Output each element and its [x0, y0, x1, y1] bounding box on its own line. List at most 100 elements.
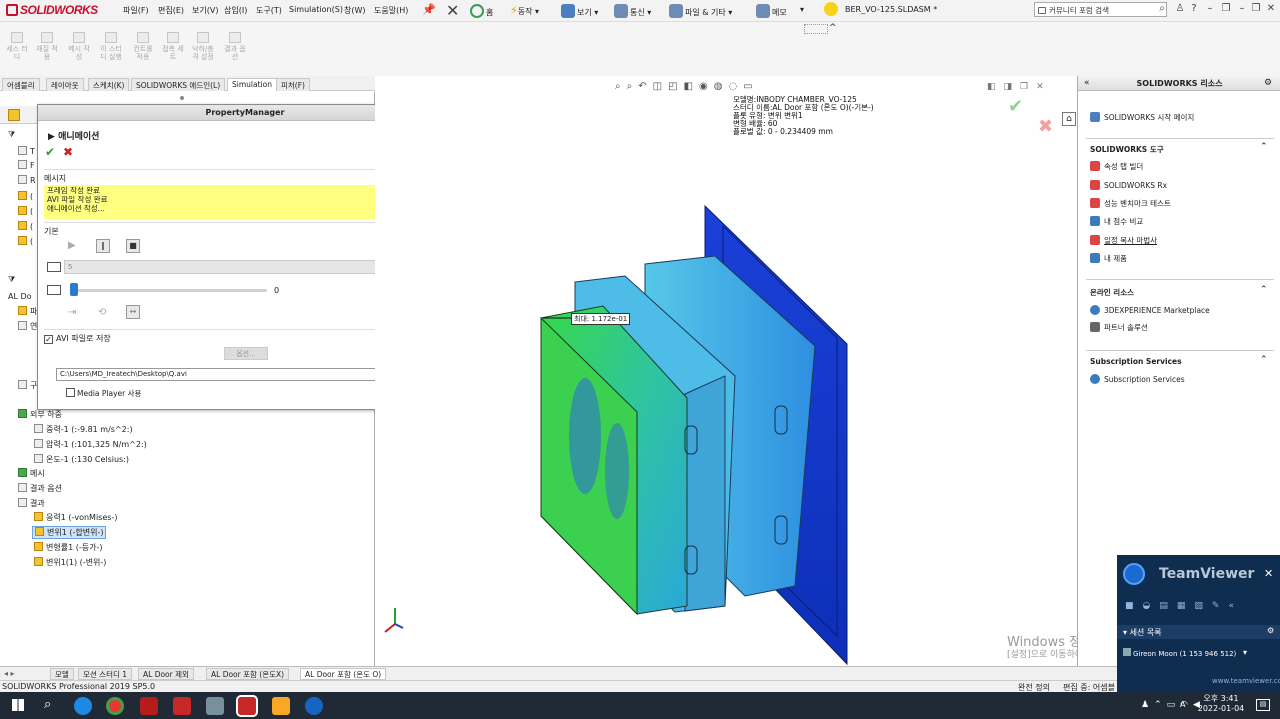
tree-load-gravity[interactable]: 중력-1 (:-9.81 m/s^2:) — [34, 424, 133, 435]
tool-item[interactable]: 속성 탭 빌더 — [1090, 161, 1143, 172]
audio-icon[interactable]: ◒ — [1143, 601, 1160, 611]
tree-item[interactable]: 구 — [18, 380, 37, 391]
tab-study-al-door-temp-o[interactable]: AL Door 포함 (온도 O) — [300, 668, 387, 680]
minimize-icon[interactable]: – — [1204, 3, 1216, 15]
collapse-icon[interactable]: ⌃ — [1260, 355, 1268, 365]
tool-item[interactable]: 내 제품 — [1090, 253, 1127, 264]
user-icon[interactable]: ♙ — [1174, 3, 1186, 15]
help-icon[interactable]: ? — [1188, 3, 1200, 15]
avi-path-input[interactable]: C:\Users\MD_Ireatech\Desktop\Q.avi — [56, 368, 410, 381]
cancel-button[interactable]: ✖ — [63, 145, 73, 159]
online-item[interactable]: 파트너 솔루션 — [1090, 322, 1148, 333]
menu-tools[interactable]: 도구(T) — [256, 5, 282, 16]
network-icon[interactable]: ▭ — [1167, 700, 1181, 710]
tree-item[interactable]: ( — [18, 206, 33, 216]
chrome-icon[interactable] — [106, 697, 124, 715]
online-item[interactable]: 3DEXPERIENCE Marketplace — [1090, 305, 1210, 315]
media-player-checkbox[interactable] — [66, 388, 75, 397]
tree-results[interactable]: 결과 — [18, 498, 45, 509]
menu-insert[interactable]: 삽입(I) — [224, 5, 247, 16]
tool-item[interactable]: 일정 복사 마법사 — [1090, 235, 1157, 246]
tab-layout[interactable]: 레이아웃 — [46, 78, 84, 91]
solidworks-active-icon[interactable] — [236, 695, 258, 717]
tree-result-options[interactable]: 결과 옵션 — [18, 483, 62, 494]
tab-study-al-door-temp-x[interactable]: AL Door 포함 (온도X) — [206, 668, 290, 680]
menu-edit[interactable]: 편집(E) — [158, 5, 184, 16]
whiteboard-icon[interactable]: ▧ — [1194, 601, 1212, 611]
fea-model-plot[interactable] — [375, 76, 1077, 666]
tree-item[interactable]: F — [18, 160, 35, 170]
minimize-doc-icon[interactable]: – — [1236, 3, 1248, 15]
grid-icon[interactable] — [804, 24, 828, 34]
cmd-study[interactable]: 세스 터 디 — [4, 32, 30, 61]
tree-item[interactable]: 파 — [18, 306, 37, 317]
acrobat-icon[interactable] — [140, 697, 158, 715]
tab-addins[interactable]: SOLIDWORKS 애드인(L) — [131, 78, 226, 91]
options-button[interactable]: 옵션... — [224, 347, 268, 360]
play-loop-icon[interactable]: ⇥ — [68, 307, 76, 318]
settings-icon[interactable]: ⚙ — [1267, 626, 1274, 635]
teamviewer-taskbar-icon[interactable] — [305, 697, 323, 715]
teamviewer-url[interactable]: www.teamviewer.com — [1212, 677, 1280, 685]
tab-scroll-icon[interactable]: ◂ ▸ — [4, 669, 15, 678]
cmd-result-options[interactable]: 결과 옵 션 — [222, 32, 248, 61]
tree-item[interactable]: ( — [18, 236, 33, 246]
media-player-option[interactable]: Media Player 사용 — [66, 388, 141, 399]
edge-icon[interactable] — [74, 697, 92, 715]
cmd-drop-setup[interactable]: 낙하/충 격 설정 — [190, 32, 216, 61]
close-icon[interactable]: ✕ — [1264, 567, 1273, 580]
tree-load-pressure[interactable]: 압력-1 (:101,325 N/m^2:) — [34, 439, 147, 450]
video-icon[interactable]: ■ — [1125, 601, 1143, 611]
tree-item[interactable]: R — [18, 175, 36, 185]
settings-icon[interactable]: ⚙ — [1264, 78, 1272, 88]
cmd-run-study[interactable]: 이 스터 디 실행 — [98, 32, 124, 61]
home-button[interactable]: 홈 — [470, 4, 493, 18]
input-language[interactable]: A — [1180, 700, 1185, 710]
collapse-icon[interactable]: ⌃ — [1260, 142, 1268, 152]
menu-help[interactable]: 도움말(H) — [374, 5, 408, 16]
tab-assembly[interactable]: 어셈블리 — [2, 78, 40, 91]
tree-tab-icon[interactable] — [8, 109, 20, 121]
tab-motion-study[interactable]: 모션 스터디 1 — [78, 668, 133, 680]
close-icon[interactable]: ✕ — [1265, 3, 1277, 15]
clock[interactable]: 오후 3:41 2022-01-04 — [1196, 694, 1246, 714]
cmd-contact-set[interactable]: 접촉 세 트 — [160, 32, 186, 61]
collapse-icon[interactable]: ^ — [829, 23, 837, 33]
tree-external-loads[interactable]: 외부 하중 — [18, 409, 62, 420]
loop-icon[interactable]: ⟲ — [98, 307, 106, 318]
tree-result-displacement-2[interactable]: 변위1(1) (-변위-) — [34, 557, 106, 568]
smiley-icon[interactable] — [824, 2, 838, 16]
tab-features[interactable]: 피처(F) — [276, 78, 310, 91]
tree-mesh[interactable]: 메시 — [18, 468, 45, 479]
memo-button[interactable]: 메모 — [756, 4, 787, 18]
filter-icon[interactable]: ⧩ — [8, 130, 15, 140]
tree-result-strain[interactable]: 변형률1 (-등가-) — [34, 542, 102, 553]
tree-load-temperature[interactable]: 온도-1 (:130 Celsius:) — [34, 454, 129, 465]
notification-icon[interactable]: ▤ — [1256, 699, 1270, 711]
session-entry[interactable]: Gireon Moon (1 153 946 512) — [1123, 648, 1243, 658]
tool-item[interactable]: 성능 벤치마크 테스트 — [1090, 198, 1171, 209]
pin-icon[interactable]: 📌 — [422, 3, 436, 16]
chevron-down-icon[interactable]: ▾ — [1243, 648, 1247, 657]
solidworks-logo[interactable]: SOLIDWORKS — [6, 3, 98, 17]
menu-simulation[interactable]: Simulation(S) — [289, 5, 343, 14]
tree-item[interactable]: ( — [18, 221, 33, 231]
avi-checkbox[interactable]: ✓ — [44, 335, 53, 344]
start-page-link[interactable]: SOLIDWORKS 시작 페이지 — [1090, 112, 1194, 123]
tree-item[interactable]: ( — [18, 191, 33, 201]
tab-simulation[interactable]: Simulation — [227, 78, 277, 91]
slider-thumb[interactable] — [70, 283, 78, 296]
search-input[interactable]: 커뮤니티 포럼 검색 — [1034, 2, 1167, 17]
graphics-area[interactable]: ⌕⌕↶◫◰◧◉◍◌▭ ◧◨❐✕ ✔ ✖ ⌂ 모델명:INBODY CHAMBER… — [375, 76, 1117, 666]
file-icon[interactable]: ▦ — [1177, 601, 1195, 611]
start-icon[interactable] — [12, 699, 24, 711]
tab-sketch[interactable]: 스케치(K) — [88, 78, 130, 91]
comm-button[interactable]: 통신 ▾ — [614, 4, 651, 18]
cmd-apply-control[interactable]: 컨트롤 적용 — [130, 32, 156, 61]
tab-model[interactable]: 모델 — [50, 668, 74, 680]
tree-item[interactable]: 연 — [18, 321, 37, 332]
view-button[interactable]: 보기 ▾ — [561, 4, 598, 18]
search-icon[interactable]: ⌕ — [1156, 3, 1168, 15]
menu-file[interactable]: 파일(F) — [123, 5, 149, 16]
file-more-button[interactable]: 파일 & 기타 ▾ — [669, 4, 732, 18]
